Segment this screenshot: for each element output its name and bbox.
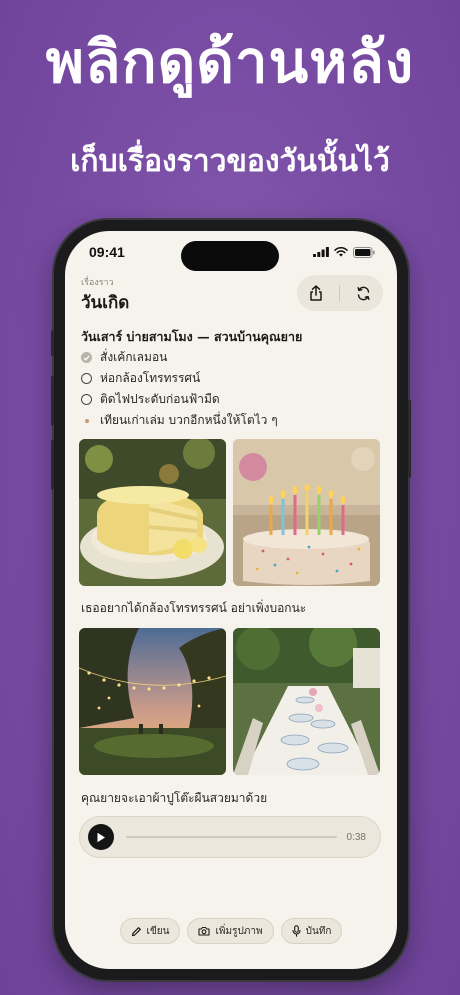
refresh-button[interactable] [349,278,379,308]
photo-caption: คุณยายจะเอาผ้าปูโต๊ะผืนสวยมาด้วย [81,791,268,805]
checkbox-unchecked[interactable] [81,394,92,405]
section-eyebrow: เรื่องราว [81,278,114,288]
cellular-signal-icon [313,247,329,257]
checkmark-icon [83,355,90,361]
photo-garden-lights[interactable] [79,628,226,775]
play-button[interactable] [88,824,114,850]
checkbox-unchecked[interactable] [81,373,92,384]
audio-scrubber[interactable] [126,836,337,838]
checklist-item[interactable]: สั่งเค้กเลมอน [81,347,278,368]
wifi-icon [334,247,348,257]
camera-icon [198,926,211,936]
lemon-cake-image [79,439,226,586]
dinner-table-image [233,628,380,775]
share-button[interactable] [301,278,331,308]
birthday-cake-image [233,439,380,586]
note-heading: วันเสาร์ บ่ายสามโมง — สวนบ้านคุณยาย [81,329,303,344]
checklist-item-label: สั่งเค้กเลมอน [100,350,168,364]
checkbox-checked[interactable] [81,352,92,363]
refresh-icon [357,286,370,300]
photo-birthday-cake[interactable] [233,439,380,586]
photo-caption: เธออยากได้กล้องโทรทรรศน์ อย่าเพิ่งบอกนะ [81,601,307,615]
battery-icon [353,246,375,258]
bottom-toolbar: เขียน เพิ่มรูปภาพ บันทึก [65,918,397,944]
bullet-item: เทียนเก่าเล่ม บวกอีกหนึ่งให้โตไว ๆ [81,410,278,431]
microphone-icon [292,925,301,937]
phone-volume-down [51,440,54,490]
add-photo-button[interactable]: เพิ่มรูปภาพ [187,918,274,944]
phone-power-button [408,400,411,478]
photo-lemon-cake[interactable] [79,439,226,586]
phone-action-button [51,330,54,356]
photo-dinner-table[interactable] [233,628,380,775]
actions-divider [339,285,341,301]
checklist: สั่งเค้กเลมอน ห่อกล้องโทรทรรศน์ ติดไฟประ… [81,347,278,431]
add-photo-button-label: เพิ่มรูปภาพ [215,925,263,937]
phone-volume-up [51,376,54,426]
status-time: 09:41 [89,244,125,260]
status-icons [313,246,375,258]
checklist-item[interactable]: ติดไฟประดับก่อนฟ้ามืด [81,389,278,410]
garden-lights-image [79,628,226,775]
write-button-label: เขียน [146,925,170,937]
play-icon [97,832,105,842]
dynamic-island [181,241,279,271]
marketing-headline: พลิกดูด้านหลัง [45,28,415,96]
record-button-label: บันทึก [305,925,332,937]
write-button[interactable]: เขียน [119,918,181,944]
audio-player: 0:38 [79,816,381,858]
checklist-item-label: ติดไฟประดับก่อนฟ้ามืด [100,392,220,406]
checklist-item-label: ห่อกล้องโทรทรรศน์ [100,371,201,385]
marketing-subheadline: เก็บเรื่องราวของวันนั้นไว้ [70,144,390,179]
checklist-item[interactable]: ห่อกล้องโทรทรรศน์ [81,368,278,389]
app-screen: 09:41 เรื่องราว วันเกิด วันเสาร์ บ่ายสาม… [65,231,397,969]
bullet-item-label: เทียนเก่าเล่ม บวกอีกหนึ่งให้โตไว ๆ [100,413,278,427]
record-button[interactable]: บันทึก [280,918,343,944]
audio-duration: 0:38 [346,831,366,843]
bullet-dot-icon [85,418,89,423]
pencil-icon [131,926,141,936]
share-icon [310,285,322,301]
header-actions [297,275,383,311]
page-title: วันเกิด [81,293,130,313]
